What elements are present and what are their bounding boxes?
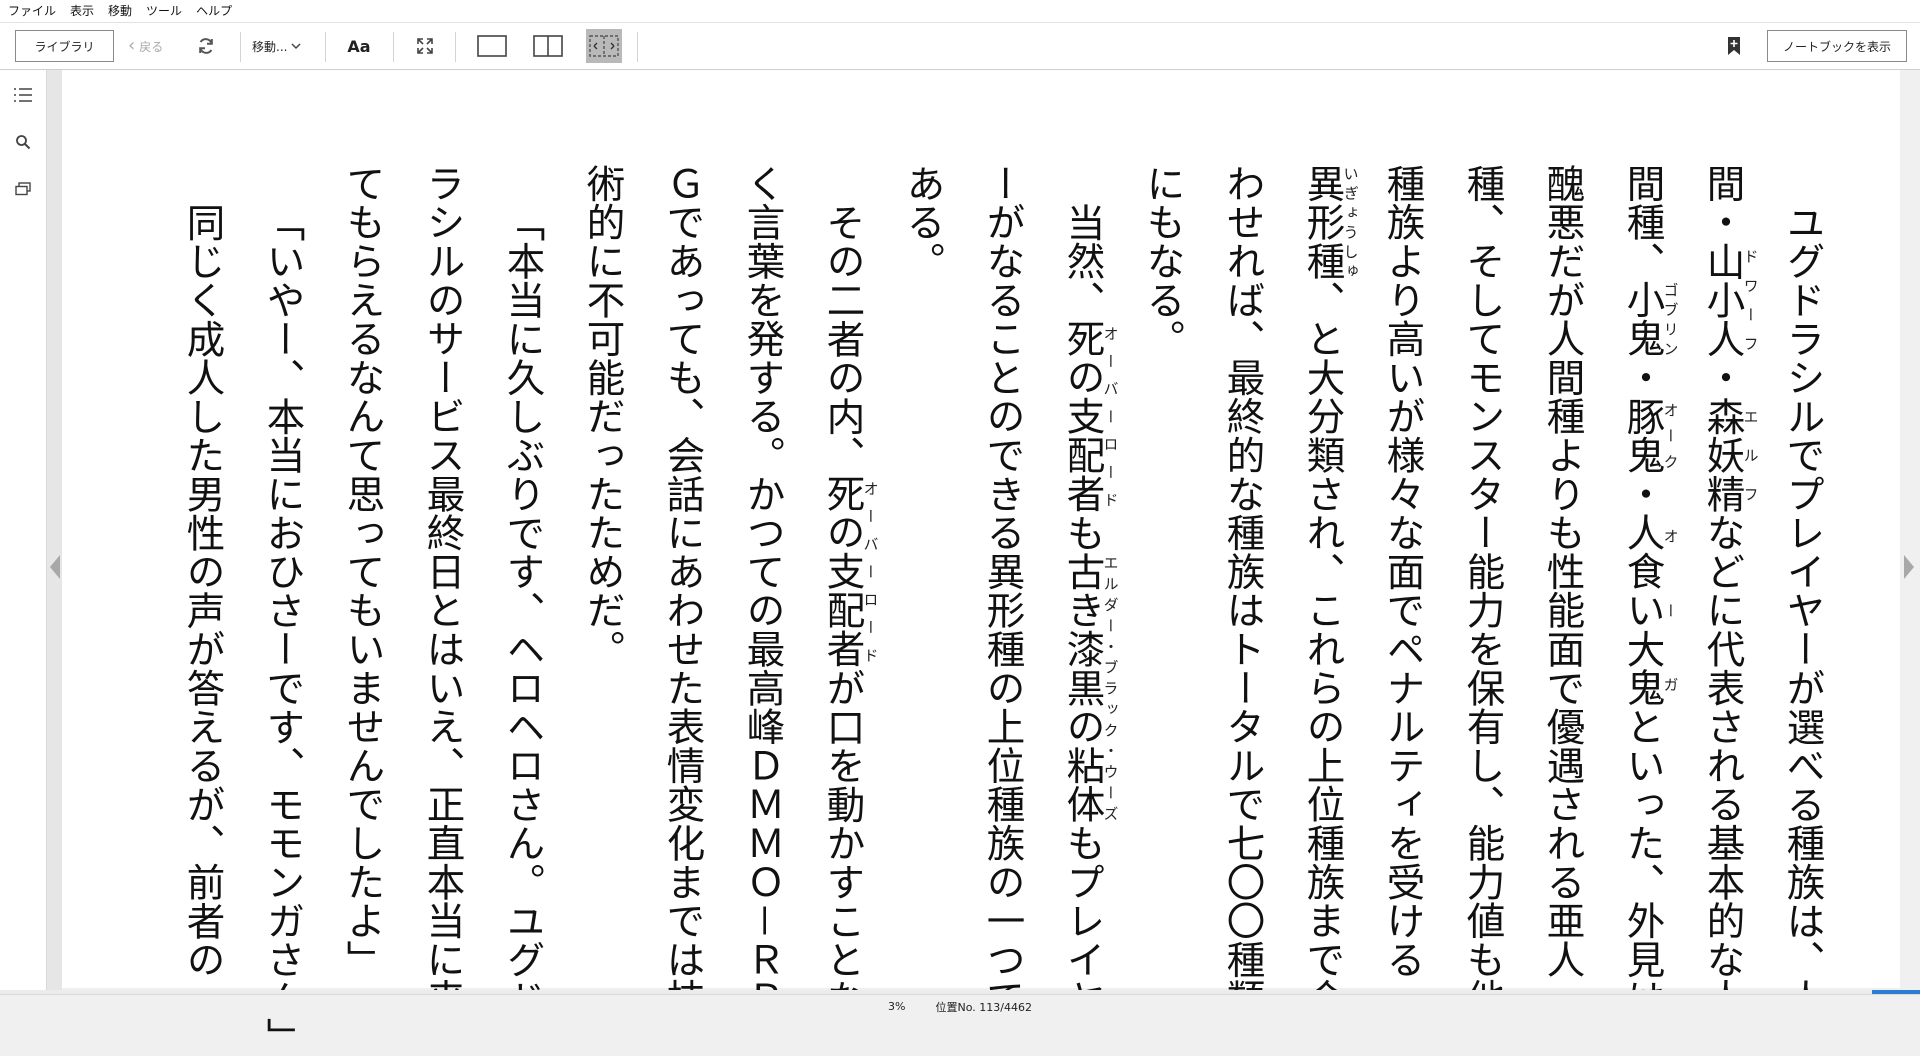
flashcards-icon[interactable]	[12, 178, 34, 200]
ruby-reading: オーバーロード	[861, 474, 880, 669]
ruby-reading: エルフ	[1741, 396, 1760, 514]
book-paragraph: 同じく成人した男性の声が答えるが、前者の	[180, 202, 225, 979]
ruby-annotated-text: 死の支配者オーバーロード	[1060, 318, 1120, 513]
menu-tools[interactable]: ツール	[139, 0, 189, 22]
sync-icon	[199, 38, 213, 54]
book-paragraph: その二者の内、死の支配者オーバーロードが口を動かすことなく言葉を発する。かつての…	[580, 164, 880, 1018]
ruby-reading: オーク	[1661, 396, 1680, 475]
search-icon[interactable]	[12, 131, 34, 153]
book-text: ユグドラシルでプレイヤーが選べる種族は、人間・山小人ドワーフ・森妖精エルフなどに…	[162, 164, 1842, 1056]
sync-button[interactable]	[192, 33, 220, 59]
menu-bar: ファイル 表示 移動 ツール ヘルプ	[0, 0, 1920, 23]
fullscreen-icon	[417, 38, 433, 54]
toc-icon[interactable]	[12, 84, 34, 106]
chevron-left-icon: ‹	[128, 35, 136, 56]
toolbar-divider	[637, 32, 638, 62]
left-sidebar	[0, 70, 47, 996]
two-page-icon	[533, 35, 563, 57]
ruby-annotated-text: 死の支配者オーバーロード	[820, 474, 880, 669]
progress-percent: 3%	[888, 1000, 906, 1013]
toolbar-divider	[455, 32, 456, 62]
next-page-button[interactable]	[1900, 552, 1918, 582]
triangle-left-icon	[49, 555, 60, 579]
toolbar-divider	[325, 32, 326, 62]
goto-label: 移動...	[252, 39, 288, 54]
back-label: 戻る	[139, 39, 164, 54]
toolbar-divider	[240, 32, 241, 62]
book-paragraph: 「本当に久しぶりです、ヘロヘロさん。ユグドラシルのサービス最終日とはいえ、正直本…	[340, 164, 545, 1018]
ruby-annotated-text: 古き漆黒の粘体エルダー・ブラック・ウーズ	[1060, 551, 1120, 824]
fit-width-layout-button[interactable]	[586, 29, 622, 63]
toolbar: ライブラリ ‹ 戻る 移動... Aa ノートブックを表示	[0, 23, 1920, 70]
reading-page[interactable]: ユグドラシルでプレイヤーが選べる種族は、人間・山小人ドワーフ・森妖精エルフなどに…	[62, 70, 1900, 1056]
page-gutter	[47, 70, 62, 990]
status-bar: 3% 位置No. 113/4462	[0, 994, 1920, 1018]
menu-view[interactable]: 表示	[63, 0, 101, 22]
toolbar-divider	[393, 32, 394, 62]
ruby-reading: エルダー・ブラック・ウーズ	[1101, 551, 1120, 824]
ruby-annotated-text: 人食い大鬼オーガ	[1620, 513, 1680, 708]
ruby-reading: ドワーフ	[1741, 241, 1760, 358]
ruby-annotated-text: 異形種いぎょうしゅ	[1300, 164, 1360, 281]
ruby-reading: いぎょうしゅ	[1341, 164, 1360, 281]
book-paragraph: 「いやー、本当におひさーです、モモンガさん」	[260, 202, 305, 1056]
chevron-down-icon	[291, 43, 301, 50]
show-notebook-button[interactable]: ノートブックを表示	[1767, 30, 1907, 62]
library-button[interactable]: ライブラリ	[15, 30, 114, 62]
font-settings-button[interactable]: Aa	[344, 33, 374, 59]
triangle-right-icon	[1904, 555, 1914, 579]
previous-page-button[interactable]	[47, 552, 62, 582]
ruby-annotated-text: 森妖精エルフ	[1700, 396, 1760, 514]
back-button[interactable]: ‹ 戻る	[128, 33, 163, 59]
menu-go[interactable]: 移動	[101, 0, 139, 22]
bookmark-icon	[1728, 37, 1740, 55]
goto-button[interactable]: 移動...	[252, 33, 301, 59]
menu-help[interactable]: ヘルプ	[189, 0, 239, 22]
ruby-reading: オーガ	[1661, 513, 1680, 708]
fit-width-icon	[589, 35, 619, 57]
fullscreen-button[interactable]	[412, 33, 438, 59]
book-paragraph: ユグドラシルでプレイヤーが選べる種族は、人間・山小人ドワーフ・森妖精エルフなどに…	[1140, 164, 1825, 1018]
ruby-annotated-text: 山小人ドワーフ	[1700, 241, 1760, 359]
location-readout: 位置No. 113/4462	[935, 1000, 1032, 1014]
ruby-reading: オーバーロード	[1101, 318, 1120, 513]
ruby-annotated-text: 豚鬼オーク	[1620, 396, 1680, 475]
ruby-annotated-text: 小鬼ゴブリン	[1620, 280, 1680, 359]
book-paragraph: 当然、死の支配者オーバーロードも古き漆黒の粘体エルダー・ブラック・ウーズもプレイ…	[900, 164, 1120, 1018]
single-page-layout-button[interactable]	[476, 33, 508, 59]
ruby-reading: ゴブリン	[1661, 280, 1680, 359]
two-page-layout-button[interactable]	[532, 33, 564, 59]
menu-file[interactable]: ファイル	[0, 0, 63, 22]
bookmark-button[interactable]	[1723, 33, 1745, 59]
single-page-icon	[477, 35, 507, 57]
